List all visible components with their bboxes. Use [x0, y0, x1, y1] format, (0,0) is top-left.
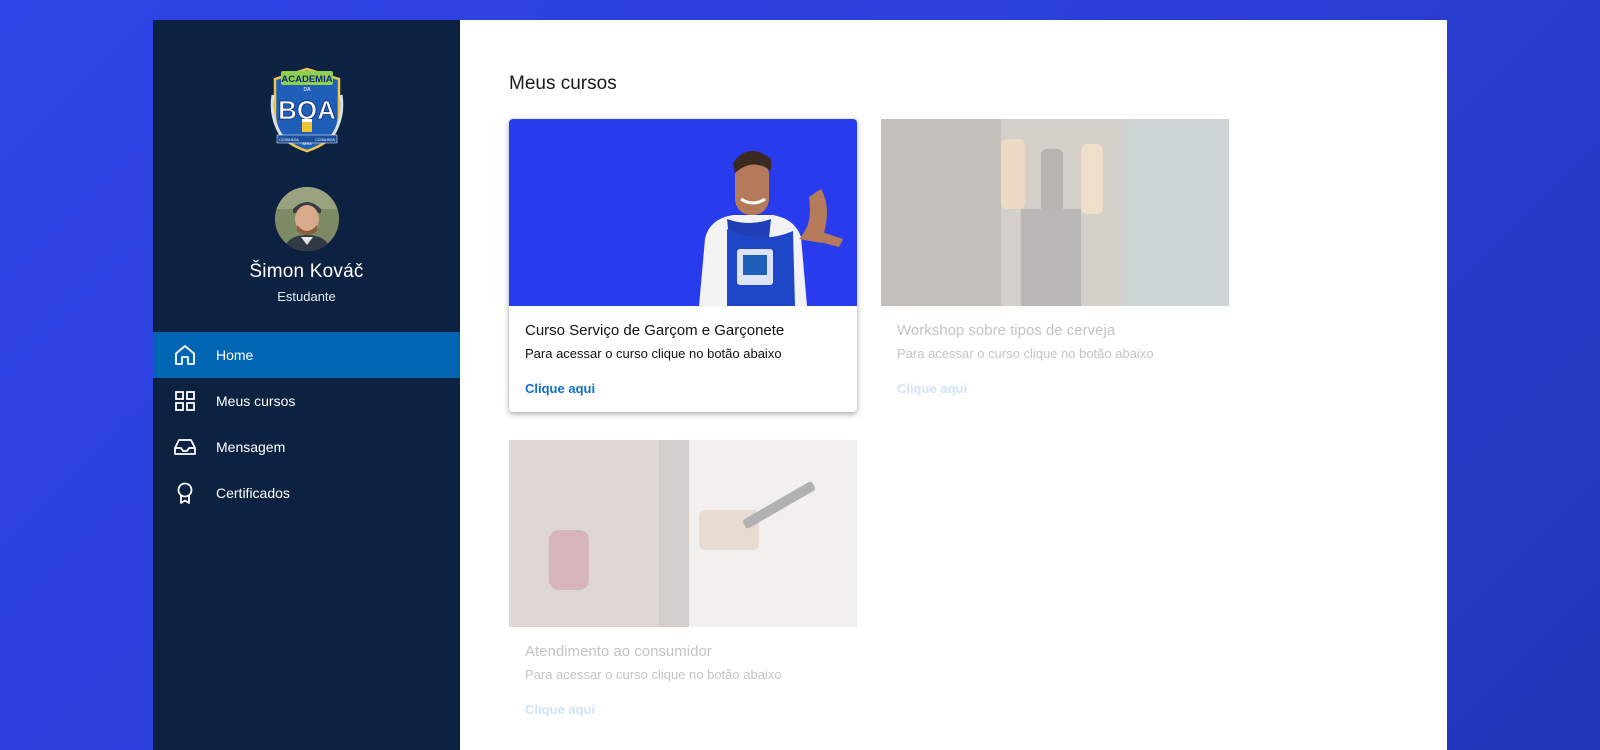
nav-label-mensagem: Mensagem	[216, 439, 286, 455]
course-image	[881, 119, 1229, 306]
course-card-body: Atendimento ao consumidor Para acessar o…	[509, 627, 857, 733]
user-role: Estudante	[277, 289, 336, 304]
nav-item-meus-cursos[interactable]: Meus cursos	[153, 378, 460, 424]
course-image	[509, 440, 857, 627]
home-icon	[173, 343, 197, 367]
user-photo	[274, 187, 339, 251]
svg-text:BERA: BERA	[302, 142, 312, 146]
svg-text:COISA BOA: COISA BOA	[279, 138, 299, 142]
nav-item-home[interactable]: Home	[153, 332, 460, 378]
course-link[interactable]: Clique aqui	[897, 381, 967, 396]
svg-text:ACADEMIA: ACADEMIA	[281, 74, 332, 85]
nav-label-meus-cursos: Meus cursos	[216, 393, 296, 409]
course-card-body: Workshop sobre tipos de cerveja Para ace…	[881, 306, 1229, 412]
course-card[interactable]: Curso Serviço de Garçom e Garçonete Para…	[509, 119, 857, 412]
sidebar-nav: Home Meus cursos Mensagem Certificados	[153, 332, 460, 516]
app-window: ACADEMIA DA BOA COISA BOA BERA COISA BOA…	[153, 20, 1447, 750]
main-content: Meus cursos Curso Serviço de Garçom e Ga…	[460, 20, 1447, 750]
inbox-icon	[173, 435, 197, 459]
course-link[interactable]: Clique aqui	[525, 381, 595, 396]
svg-text:COISA BOA: COISA BOA	[315, 138, 335, 142]
course-card[interactable]: Atendimento ao consumidor Para acessar o…	[509, 440, 857, 733]
course-title: Curso Serviço de Garçom e Garçonete	[525, 322, 785, 339]
course-description: Para acessar o curso clique no botão aba…	[897, 346, 1154, 361]
page-title: Meus cursos	[509, 73, 617, 94]
svg-text:DA: DA	[303, 87, 311, 93]
course-card-body: Curso Serviço de Garçom e Garçonete Para…	[509, 306, 857, 412]
avatar[interactable]	[274, 187, 339, 251]
nav-label-home: Home	[216, 347, 254, 363]
user-name: Šimon Kováč	[249, 261, 364, 282]
award-icon	[173, 481, 197, 505]
course-description: Para acessar o curso clique no botão aba…	[525, 667, 782, 682]
course-card[interactable]: Workshop sobre tipos de cerveja Para ace…	[881, 119, 1229, 412]
course-title: Workshop sobre tipos de cerveja	[897, 322, 1116, 339]
course-image	[509, 119, 857, 306]
nav-item-mensagem[interactable]: Mensagem	[153, 424, 460, 470]
grid-icon	[173, 389, 197, 413]
academia-logo: ACADEMIA DA BOA COISA BOA BERA COISA BOA	[270, 67, 343, 153]
course-link[interactable]: Clique aqui	[525, 702, 595, 717]
nav-label-certificados: Certificados	[216, 485, 290, 501]
nav-item-certificados[interactable]: Certificados	[153, 470, 460, 516]
course-title: Atendimento ao consumidor	[525, 643, 712, 660]
sidebar: ACADEMIA DA BOA COISA BOA BERA COISA BOA…	[153, 20, 460, 750]
course-description: Para acessar o curso clique no botão aba…	[525, 346, 782, 361]
